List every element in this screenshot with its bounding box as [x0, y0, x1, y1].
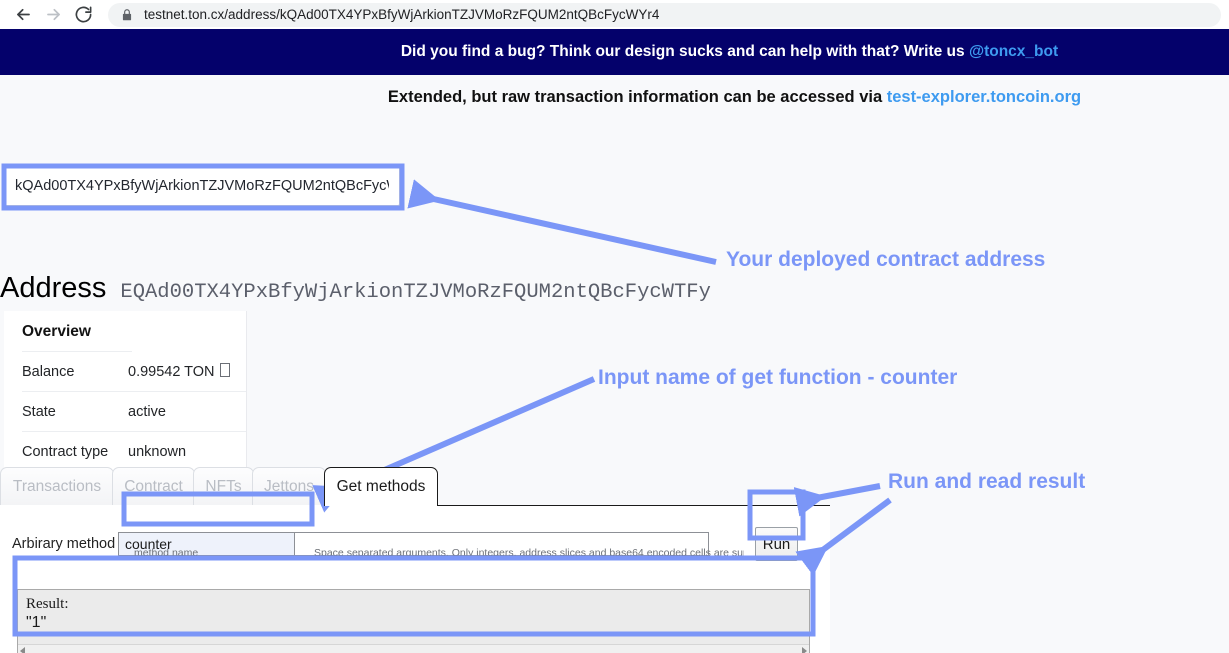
result-output-box[interactable]: Result: "1" — [17, 589, 810, 653]
test-explorer-link[interactable]: test-explorer.toncoin.org — [887, 88, 1081, 106]
tab-strip: Transactions Contract NFTs Jettons Get m… — [0, 467, 830, 506]
reload-icon[interactable] — [68, 0, 98, 29]
forward-arrow-icon[interactable] — [38, 0, 68, 29]
tab-nfts[interactable]: NFTs — [193, 467, 254, 505]
tab-get-methods[interactable]: Get methods — [324, 467, 438, 506]
annotation-run-read-result: Run and read result — [888, 470, 1086, 493]
banner-message: Did you find a bug? Think our design suc… — [400, 43, 969, 60]
result-value: "1" — [26, 614, 47, 631]
overview-heading: Overview — [22, 323, 132, 352]
annotation-deployed-address: Your deployed contract address — [726, 248, 1046, 271]
raw-tx-notice-text: Extended, but raw transaction informatio… — [388, 88, 1081, 107]
overview-row-state: State active — [22, 392, 246, 432]
scroll-right-icon[interactable] — [802, 647, 807, 653]
tab-label: Jettons — [264, 477, 314, 495]
method-name-hint: method name — [134, 547, 199, 559]
url-text: testnet.ton.cx/address/kQAd00TX4YPxBfyWj… — [144, 7, 660, 22]
back-arrow-icon[interactable] — [8, 0, 38, 29]
tab-jettons[interactable]: Jettons — [252, 467, 326, 505]
tab-label: NFTs — [205, 477, 242, 495]
tab-contract[interactable]: Contract — [112, 467, 195, 505]
search-input[interactable] — [4, 166, 400, 206]
screenshot-root: testnet.ton.cx/address/kQAd00TX4YPxBfyWj… — [0, 0, 1229, 653]
page-content: Did you find a bug? Think our design suc… — [0, 29, 1229, 653]
result-label: Result: — [26, 596, 69, 612]
overview-value: unknown — [128, 443, 187, 460]
overview-value: 0.99542 TON — [128, 363, 230, 380]
arbitrary-method-label: Arbirary method — [12, 536, 116, 552]
result-horizontal-scrollbar[interactable] — [18, 644, 809, 653]
page-title: Address EQAd00TX4YPxBfyWjArkionTZJVMoRzF… — [0, 272, 711, 305]
address-title-label: Address — [0, 272, 107, 304]
overview-row-balance: Balance 0.99542 TON — [22, 352, 246, 392]
method-args-hint: Space separated arguments. Only integers… — [314, 547, 744, 559]
browser-toolbar: testnet.ton.cx/address/kQAd00TX4YPxBfyWj… — [0, 0, 1229, 29]
overview-value: active — [128, 403, 166, 420]
search-field-wrapper — [4, 166, 400, 206]
raw-tx-message: Extended, but raw transaction informatio… — [387, 87, 887, 106]
overview-row-contract-type: Contract type unknown — [22, 432, 246, 471]
annotation-get-function-name: Input name of get function - counter — [598, 366, 958, 389]
tab-transactions[interactable]: Transactions — [0, 467, 114, 505]
address-title-value: EQAd00TX4YPxBfyWjArkionTZJVMoRzFQUM2ntQB… — [120, 281, 711, 304]
raw-tx-notice: Extended, but raw transaction informatio… — [0, 75, 1229, 119]
tab-label: Get methods — [336, 478, 426, 495]
bug-report-banner: Did you find a bug? Think our design suc… — [0, 29, 1229, 75]
scroll-left-icon[interactable] — [20, 647, 25, 653]
lock-icon — [120, 8, 134, 22]
toncx-bot-link[interactable]: @toncx_bot — [969, 43, 1058, 60]
tab-label: Transactions — [12, 477, 102, 495]
missing-glyph-icon — [219, 363, 230, 377]
bug-report-banner-text: Did you find a bug? Think our design suc… — [401, 43, 1058, 61]
address-bar[interactable]: testnet.ton.cx/address/kQAd00TX4YPxBfyWj… — [108, 2, 1221, 27]
overview-card: Overview Balance 0.99542 TON State activ… — [4, 311, 247, 471]
overview-key: Contract type — [22, 443, 109, 460]
balance-amount: 0.99542 TON — [128, 364, 215, 380]
run-button[interactable]: Run — [755, 527, 798, 561]
overview-key: State — [22, 403, 56, 420]
tab-label: Contract — [124, 477, 183, 495]
overview-key: Balance — [22, 363, 75, 380]
